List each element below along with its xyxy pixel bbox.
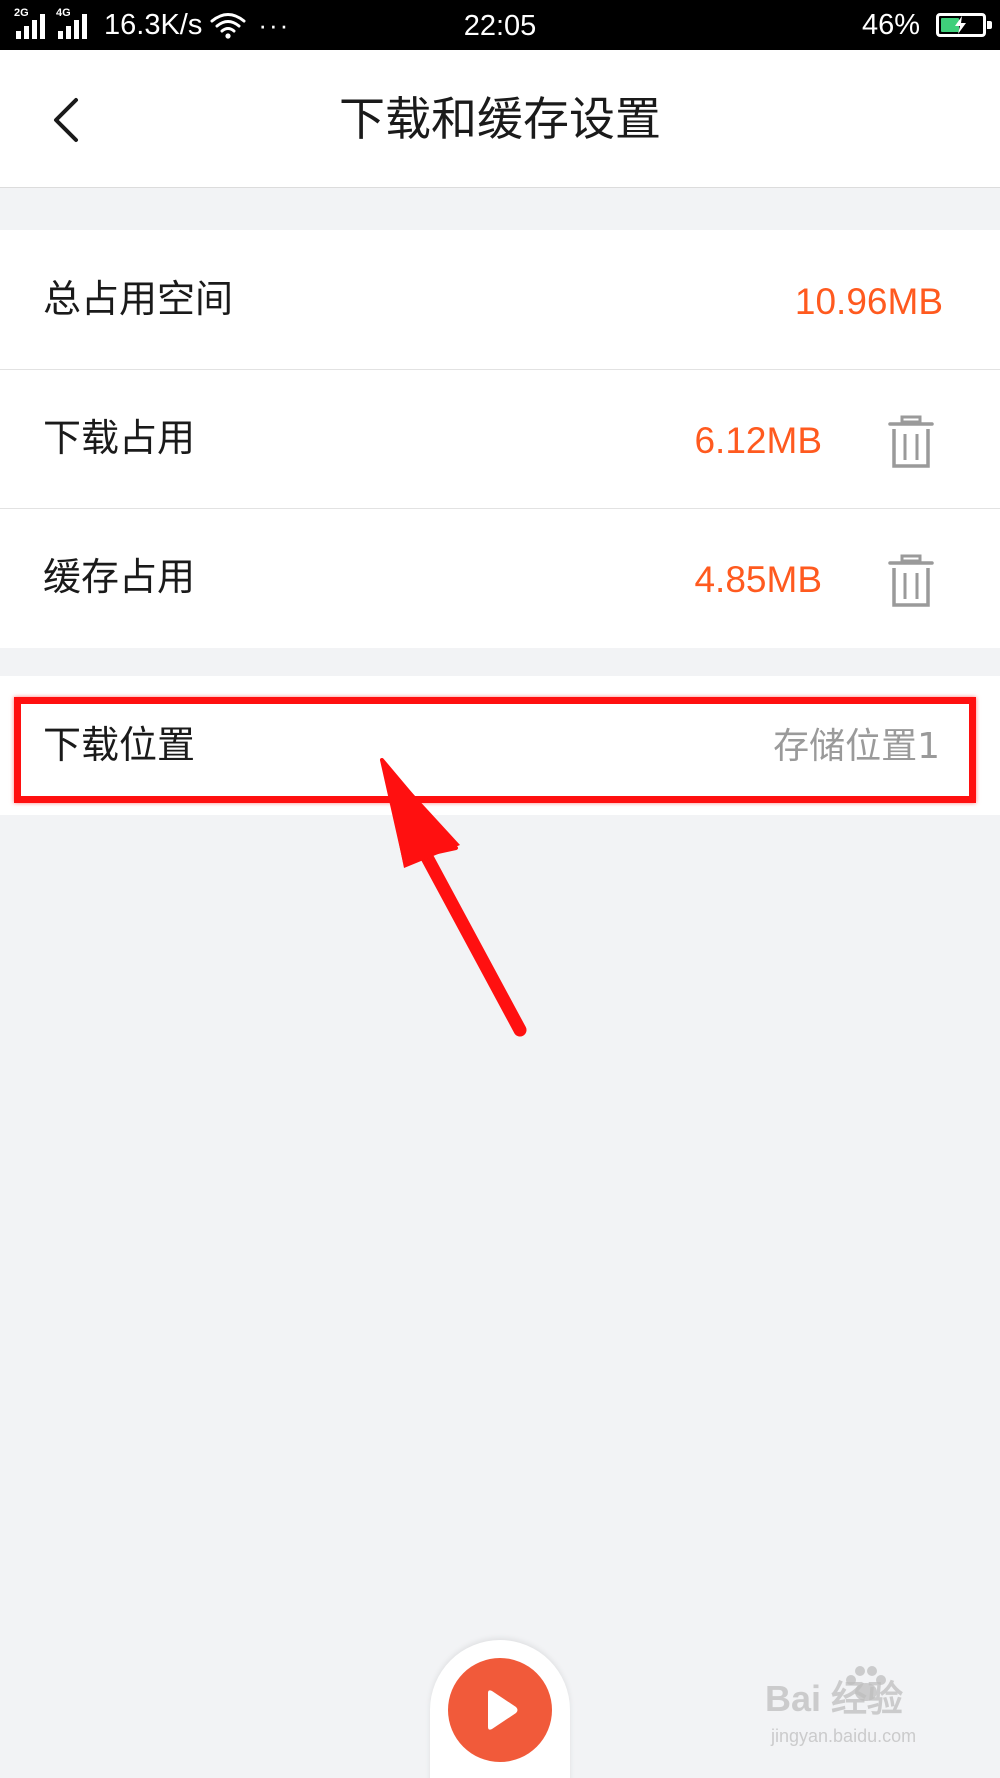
trash-icon[interactable] [886,554,936,608]
app-header: 下载和缓存设置 [0,50,1000,188]
cache-usage-row: 缓存占用 4.85MB [0,508,1000,647]
download-usage-row: 下载占用 6.12MB [0,369,1000,508]
paw-logo-icon [846,1666,886,1701]
total-space-value: 10.96MB [794,281,943,322]
download-usage-value: 6.12MB [694,420,822,461]
storage-usage-group: 总占用空间 10.96MB 下载占用 6.12MB 缓存占用 4.85MB [0,230,1000,648]
total-space-row: 总占用空间 10.96MB [0,230,1000,369]
charging-icon [955,16,966,34]
total-space-label: 总占用空间 [43,277,234,321]
watermark: Bai 经验 jingyan.baidu.com [765,1666,965,1760]
cache-usage-value: 4.85MB [694,559,822,600]
status-right: 46% [861,0,992,50]
play-icon [488,1690,518,1730]
watermark-url: jingyan.baidu.com [771,1726,917,1746]
status-bar: 2G 4G 16.3K/s ··· 22:05 46% [0,0,1000,50]
status-time: 22:05 [463,10,537,42]
play-button[interactable] [448,1658,552,1762]
annotation-arrow-icon [380,758,527,1037]
trash-icon[interactable] [886,415,936,469]
download-usage-label: 下载占用 [43,416,196,460]
page-title: 下载和缓存设置 [339,92,661,146]
battery-percent: 46% [861,8,920,41]
battery-icon [936,13,992,37]
cache-usage-label: 缓存占用 [43,555,196,599]
